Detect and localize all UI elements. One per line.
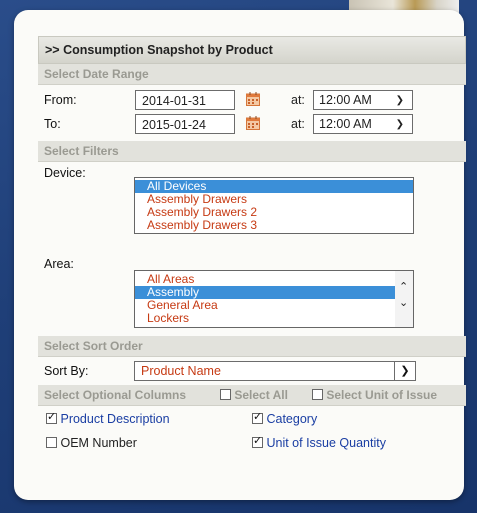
category-label: Category: [266, 412, 318, 426]
product-description-option[interactable]: Product Description: [46, 410, 170, 426]
from-time-value: 12:00 AM: [319, 93, 372, 107]
sort-section: Select Sort Order: [38, 336, 466, 357]
to-time-value: 12:00 AM: [319, 117, 372, 131]
optional-columns-title: Select Optional Columns: [44, 388, 187, 402]
to-label: To:: [44, 117, 61, 131]
from-label: From:: [44, 93, 77, 107]
to-date-input[interactable]: 2015-01-24: [135, 114, 235, 134]
area-option[interactable]: Lockers: [135, 312, 413, 325]
oem-number-checkbox[interactable]: [46, 437, 57, 448]
from-at-label: at:: [291, 93, 305, 107]
optional-columns-rows: Product Description Category OEM Number …: [38, 406, 466, 458]
filters-section: Select Filters: [38, 141, 466, 162]
chevron-up-icon[interactable]: ⌃: [399, 281, 408, 294]
calendar-icon[interactable]: [246, 92, 260, 106]
unit-qty-option[interactable]: Unit of Issue Quantity: [252, 434, 386, 450]
product-description-label: Product Description: [60, 412, 170, 426]
sort-by-value: Product Name: [141, 364, 221, 378]
select-all-option[interactable]: Select All: [220, 385, 288, 405]
report-panel: >> Consumption Snapshot by Product Selec…: [14, 10, 466, 500]
unit-qty-label: Unit of Issue Quantity: [266, 436, 386, 450]
select-unit-label: Select Unit of Issue: [326, 388, 438, 402]
date-range-rows: From: 2014-01-31 at: 12:00 AM ❯ To: 2015…: [38, 85, 466, 141]
device-label: Device:: [44, 166, 86, 180]
report-form: >> Consumption Snapshot by Product Selec…: [38, 36, 466, 458]
date-range-section: Select Date Range: [38, 64, 466, 85]
select-all-label: Select All: [234, 388, 288, 402]
from-date-input[interactable]: 2014-01-31: [135, 90, 235, 110]
optional-columns-section: Select Optional Columns Select All Selec…: [38, 385, 466, 406]
calendar-icon[interactable]: [246, 116, 260, 130]
unit-qty-checkbox[interactable]: [252, 434, 263, 448]
device-listbox[interactable]: All Devices Assembly Drawers Assembly Dr…: [134, 177, 414, 234]
area-scrollbar[interactable]: ⌃ ⌄: [395, 271, 413, 327]
to-time-select[interactable]: 12:00 AM ❯: [313, 114, 413, 134]
oem-number-option[interactable]: OEM Number: [46, 436, 137, 450]
area-listbox[interactable]: All Areas Assembly General Area Lockers …: [134, 270, 414, 328]
chevron-down-icon[interactable]: ⌄: [399, 297, 408, 310]
report-title: >> Consumption Snapshot by Product: [38, 36, 466, 64]
area-label: Area:: [44, 257, 74, 271]
to-at-label: at:: [291, 117, 305, 131]
chevron-down-icon: ❯: [395, 119, 404, 130]
oem-number-label: OEM Number: [60, 436, 137, 450]
sort-label: Sort By:: [44, 364, 89, 378]
sort-row: Sort By: Product Name ❯: [38, 357, 466, 385]
chevron-down-icon: ❯: [395, 95, 404, 106]
product-description-checkbox[interactable]: [46, 410, 57, 424]
from-time-select[interactable]: 12:00 AM ❯: [313, 90, 413, 110]
select-all-checkbox[interactable]: [220, 389, 231, 400]
select-unit-checkbox[interactable]: [312, 389, 323, 400]
category-checkbox[interactable]: [252, 410, 263, 424]
sort-by-select[interactable]: Product Name ❯: [134, 361, 416, 381]
select-unit-option[interactable]: Select Unit of Issue: [312, 385, 437, 405]
device-option[interactable]: Assembly Drawers 3: [135, 219, 413, 232]
category-option[interactable]: Category: [252, 410, 318, 426]
chevron-down-icon[interactable]: ❯: [394, 362, 415, 380]
filters-rows: Device: All Devices Assembly Drawers Ass…: [38, 162, 466, 336]
